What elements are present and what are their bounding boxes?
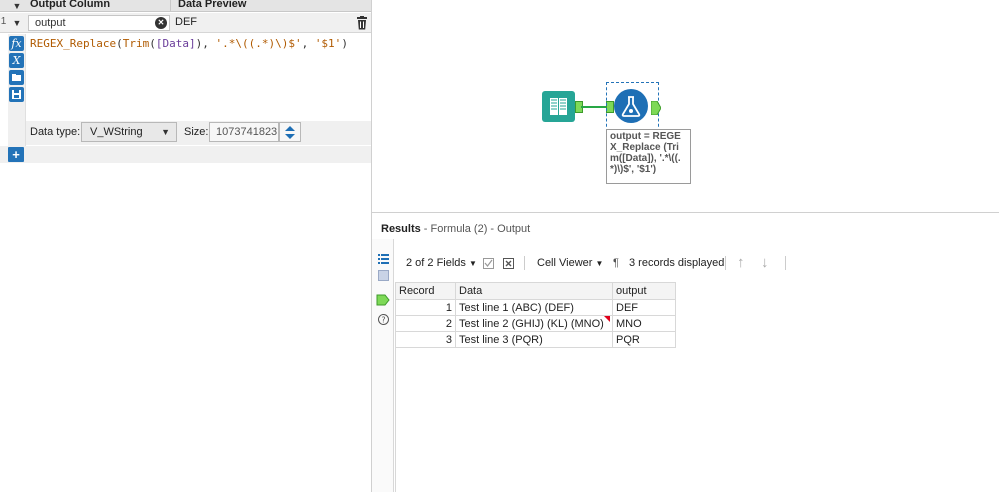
grid-header-row: Record Data output bbox=[395, 282, 676, 300]
folder-icon[interactable] bbox=[9, 70, 24, 85]
clear-icon[interactable]: ✕ bbox=[155, 17, 167, 29]
list-view-icon[interactable] bbox=[378, 253, 389, 264]
data-cell[interactable]: Test line 1 (ABC) (DEF) bbox=[455, 299, 613, 316]
add-field-row: + bbox=[0, 146, 372, 163]
flask-icon bbox=[621, 96, 641, 117]
expr-replacement-string: '$1' bbox=[314, 37, 342, 50]
header-divider[interactable] bbox=[170, 0, 171, 12]
toolbar-separator bbox=[524, 256, 525, 270]
size-label: Size: bbox=[184, 126, 209, 138]
dropdown-caret-icon: ▼ bbox=[161, 127, 170, 137]
expr-paren: ( bbox=[149, 37, 156, 50]
expr-field: [Data] bbox=[155, 37, 196, 50]
truncation-flag-icon bbox=[604, 316, 610, 322]
add-field-button[interactable]: + bbox=[8, 147, 24, 162]
expr-paren: ( bbox=[116, 37, 123, 50]
tool-annotation: output = REGEX_Replace (Trim([Data]), '.… bbox=[606, 129, 691, 184]
size-input[interactable]: 1073741823 bbox=[209, 122, 279, 142]
output-cell[interactable]: PQR bbox=[612, 331, 676, 348]
record-cell[interactable]: 2 bbox=[395, 315, 456, 332]
output-field-row[interactable]: 1 ▼ output ✕ DEF bbox=[0, 13, 372, 33]
formula-expression-editor[interactable]: REGEX_Replace(Trim([Data]), '.*\((.*)\)$… bbox=[30, 37, 370, 50]
trash-icon[interactable] bbox=[356, 16, 368, 30]
formula-tool[interactable] bbox=[614, 89, 648, 123]
stepper-down-icon[interactable] bbox=[285, 134, 295, 139]
text-input-tool[interactable] bbox=[542, 91, 575, 122]
data-type-row: Data type: V_WString ▼ Size: 1073741823 bbox=[26, 121, 372, 145]
data-type-label: Data type: bbox=[30, 126, 81, 138]
formula-config-panel: ▼ Output Column Data Preview 1 ▼ output … bbox=[0, 0, 372, 492]
data-cell-text: Test line 2 (GHIJ) (KL) (MNO) bbox=[459, 317, 604, 330]
expr-function: Trim bbox=[122, 37, 150, 50]
fx-icon[interactable]: fx bbox=[9, 36, 24, 51]
table-row[interactable]: 3 Test line 3 (PQR) PQR bbox=[395, 331, 676, 348]
row-number: 1 bbox=[0, 16, 7, 27]
connection-line[interactable] bbox=[581, 106, 606, 108]
results-title: Results - Formula (2) - Output bbox=[381, 223, 530, 235]
uncheck-fields-icon[interactable] bbox=[503, 258, 514, 269]
expand-chevron-icon[interactable]: ▼ bbox=[10, 16, 24, 30]
table-row[interactable]: 1 Test line 1 (ABC) (DEF) DEF bbox=[395, 299, 676, 316]
config-header: ▼ Output Column Data Preview bbox=[0, 0, 372, 12]
arrow-down-icon[interactable]: ↓ bbox=[761, 254, 769, 271]
stepper-up-icon[interactable] bbox=[285, 126, 295, 131]
column-header-data[interactable]: Data bbox=[455, 282, 613, 300]
dropdown-caret-icon: ▼ bbox=[595, 259, 604, 268]
expr-function: REGEX_Replace bbox=[30, 37, 117, 50]
metadata-icon[interactable] bbox=[378, 270, 389, 281]
data-preview-value: DEF bbox=[175, 16, 197, 28]
results-pane: Results - Formula (2) - Output ? 2 of 2 … bbox=[372, 213, 999, 492]
record-cell[interactable]: 3 bbox=[395, 331, 456, 348]
data-type-select[interactable]: V_WString ▼ bbox=[81, 122, 177, 142]
column-header-output[interactable]: output bbox=[612, 282, 676, 300]
book-icon bbox=[550, 98, 567, 115]
viewer-selector-label: Cell Viewer bbox=[537, 257, 593, 269]
expression-tool-strip: fx X bbox=[8, 34, 26, 159]
svg-text:?: ? bbox=[381, 316, 385, 325]
expr-paren: ) bbox=[341, 37, 348, 50]
expr-comma: , bbox=[301, 37, 315, 50]
records-count: 3 records displayed bbox=[629, 257, 725, 269]
record-cell[interactable]: 1 bbox=[395, 299, 456, 316]
fields-selector[interactable]: 2 of 2 Fields ▼ bbox=[406, 257, 477, 269]
fields-selector-label: 2 of 2 Fields bbox=[406, 257, 466, 269]
size-stepper[interactable] bbox=[279, 122, 301, 142]
results-title-label: Results bbox=[381, 223, 421, 235]
formula-output-anchor-icon[interactable] bbox=[651, 101, 661, 115]
collapse-chevron-icon[interactable]: ▼ bbox=[11, 0, 23, 12]
grid-border bbox=[395, 347, 396, 492]
workflow-canvas[interactable]: output = REGEX_Replace (Trim([Data]), '.… bbox=[372, 0, 999, 212]
column-header-record[interactable]: Record bbox=[395, 282, 456, 300]
expr-paren: ), bbox=[195, 37, 216, 50]
output-cell[interactable]: DEF bbox=[612, 299, 676, 316]
save-icon[interactable] bbox=[9, 87, 24, 102]
header-output-column[interactable]: Output Column bbox=[30, 0, 110, 10]
results-toolbar: 2 of 2 Fields ▼ Cell Viewer ▼ ¶ 3 record… bbox=[395, 251, 995, 275]
pilcrow-icon[interactable]: ¶ bbox=[613, 257, 619, 269]
viewer-selector[interactable]: Cell Viewer ▼ bbox=[537, 257, 603, 269]
results-title-sub: - Formula (2) - Output bbox=[420, 223, 531, 235]
output-anchor-select-icon[interactable] bbox=[376, 294, 390, 306]
results-grid: Record Data output 1 Test line 1 (ABC) (… bbox=[395, 282, 676, 348]
table-row[interactable]: 2 Test line 2 (GHIJ) (KL) (MNO) MNO bbox=[395, 315, 676, 332]
data-type-value: V_WString bbox=[90, 126, 143, 138]
check-fields-icon[interactable] bbox=[483, 258, 494, 269]
output-cell[interactable]: MNO bbox=[612, 315, 676, 332]
dropdown-caret-icon: ▼ bbox=[468, 259, 477, 268]
output-column-input[interactable]: output bbox=[28, 15, 170, 31]
arrow-up-icon[interactable]: ↑ bbox=[737, 254, 745, 271]
results-side-toolbar: ? bbox=[372, 239, 394, 492]
header-data-preview[interactable]: Data Preview bbox=[178, 0, 246, 10]
help-icon[interactable]: ? bbox=[378, 314, 389, 325]
data-cell[interactable]: Test line 3 (PQR) bbox=[455, 331, 613, 348]
toolbar-separator bbox=[785, 256, 786, 270]
data-cell[interactable]: Test line 2 (GHIJ) (KL) (MNO) bbox=[455, 315, 613, 332]
expr-pattern-string: '.*\((.*)\)$' bbox=[215, 37, 302, 50]
toolbar-separator bbox=[725, 256, 726, 270]
variable-icon[interactable]: X bbox=[9, 53, 24, 68]
